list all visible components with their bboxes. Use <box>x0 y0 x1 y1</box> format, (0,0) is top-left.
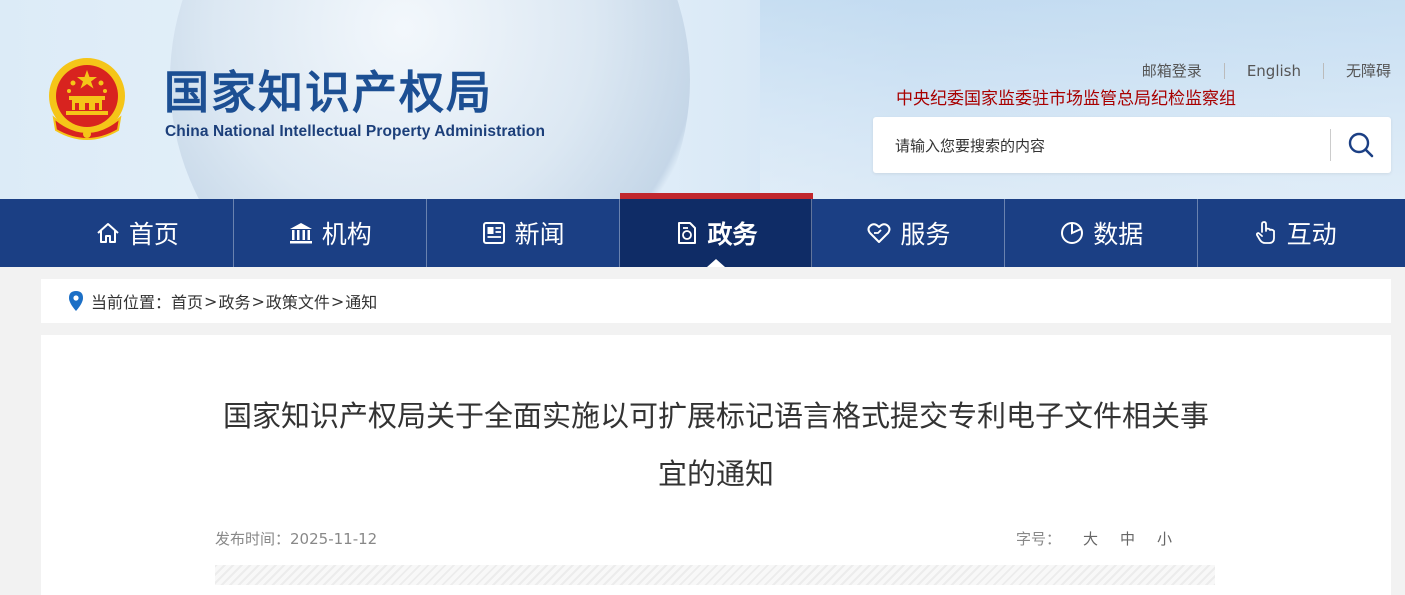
location-pin-icon <box>69 291 83 311</box>
nav-label: 数据 <box>1093 220 1144 249</box>
home-icon <box>97 223 119 243</box>
nav-item-service[interactable]: 服务 <box>812 199 1006 267</box>
divider <box>1223 62 1225 79</box>
breadcrumb-item-notice[interactable]: 通知 <box>345 289 377 313</box>
main-nav: 首页 机构 新闻 政务 服务 数据 互动 <box>0 193 1405 267</box>
government-affairs-icon <box>677 222 696 244</box>
service-icon <box>867 223 891 243</box>
nav-item-data[interactable]: 数据 <box>1005 199 1199 267</box>
font-size-label: 字号： <box>1015 530 1061 548</box>
nav-item-government-affairs[interactable]: 政务 <box>619 193 813 267</box>
breadcrumb-item-government-affairs[interactable]: 政务 <box>218 289 250 313</box>
accessibility-link[interactable]: 无障碍 <box>1346 60 1391 81</box>
font-size-medium-button[interactable]: 中 <box>1120 528 1135 549</box>
site-header: 国家知识产权局 China National Intellectual Prop… <box>0 0 1405 199</box>
publish-date-value: 2025-11-12 <box>290 530 378 548</box>
font-size-large-button[interactable]: 大 <box>1083 528 1098 549</box>
news-icon <box>482 222 505 244</box>
interaction-hand-icon <box>1255 221 1275 244</box>
nav-label: 互动 <box>1286 220 1337 249</box>
nav-label: 服务 <box>900 220 951 249</box>
article-container: 国家知识产权局关于全面实施以可扩展标记语言格式提交专利电子文件相关事宜的通知 发… <box>41 335 1391 595</box>
english-link[interactable]: English <box>1247 62 1301 80</box>
mail-login-link[interactable]: 邮箱登录 <box>1142 60 1202 81</box>
site-subtitle: China National Intellectual Property Adm… <box>165 123 546 140</box>
nav-label: 首页 <box>128 220 179 249</box>
search-box <box>873 117 1391 173</box>
search-icon[interactable] <box>1343 129 1379 161</box>
nav-label: 新闻 <box>514 220 565 249</box>
publish-date-label: 发布时间： <box>215 530 291 548</box>
nav-label: 机构 <box>321 220 372 249</box>
hatched-divider <box>215 565 1215 585</box>
nav-item-news[interactable]: 新闻 <box>427 199 620 267</box>
national-emblem-icon <box>49 58 125 140</box>
breadcrumb-separator: > <box>251 291 265 311</box>
article-title: 国家知识产权局关于全面实施以可扩展标记语言格式提交专利电子文件相关事宜的通知 <box>222 399 1209 491</box>
discipline-inspection-link[interactable]: 中央纪委国家监委驻市场监管总局纪检监察组 <box>896 84 1236 109</box>
publish-date: 发布时间：2025-11-12 <box>215 528 377 549</box>
divider <box>1322 62 1324 79</box>
data-pie-icon <box>1061 222 1084 244</box>
breadcrumb-separator: > <box>204 291 218 311</box>
font-size-switcher: 字号： 大 中 小 <box>1016 528 1172 549</box>
institution-icon <box>289 223 312 244</box>
breadcrumb-separator: > <box>330 291 345 311</box>
top-links: 邮箱登录 English 无障碍 <box>1142 60 1391 81</box>
breadcrumb-item-policy-documents[interactable]: 政策文件 <box>266 289 330 313</box>
search-input[interactable] <box>893 131 1317 161</box>
search-divider <box>1330 129 1331 161</box>
font-size-small-button[interactable]: 小 <box>1157 528 1172 549</box>
breadcrumb-prefix: 当前位置： <box>91 293 172 312</box>
nav-item-institution[interactable]: 机构 <box>234 199 427 267</box>
breadcrumb-item-home[interactable]: 首页 <box>171 289 203 313</box>
nav-label: 政务 <box>707 220 758 249</box>
breadcrumb: 当前位置： 首页 > 政务 > 政策文件 > 通知 <box>41 279 1391 323</box>
site-title: 国家知识产权局 <box>164 66 494 119</box>
nav-item-interaction[interactable]: 互动 <box>1198 199 1391 267</box>
nav-item-home[interactable]: 首页 <box>41 199 234 267</box>
